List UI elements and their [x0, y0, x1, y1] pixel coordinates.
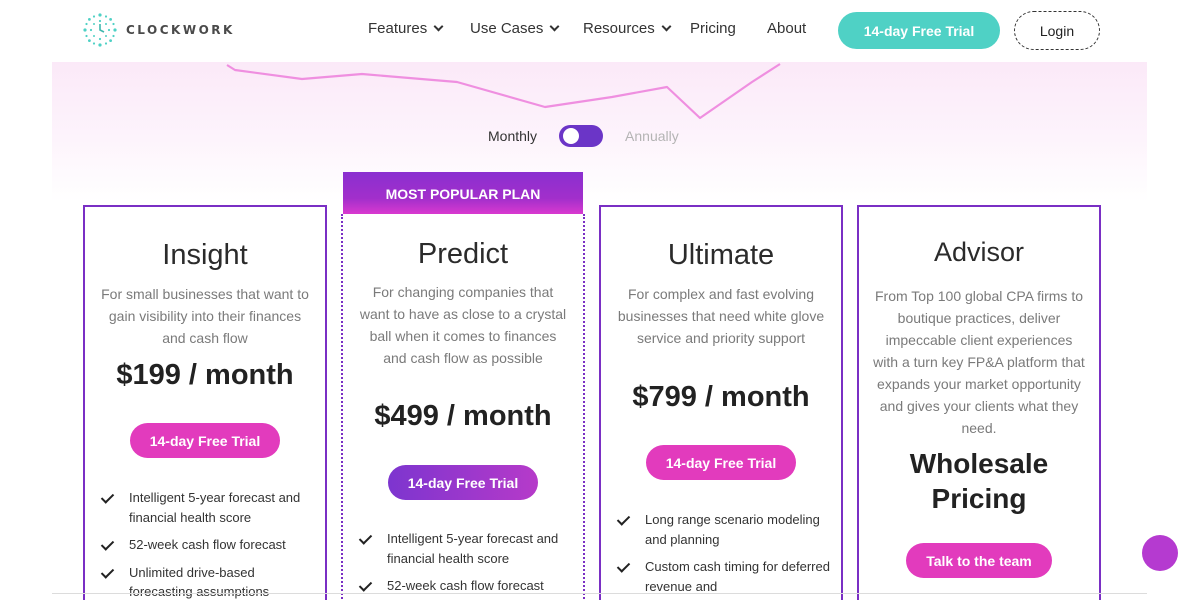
feature-item: Unlimited drive-based forecasting assump…	[99, 563, 319, 600]
plan-feature-list: Intelligent 5-year forecast and financia…	[99, 488, 319, 600]
login-button[interactable]: Login	[1014, 11, 1100, 50]
feature-text: Unlimited drive-based forecasting assump…	[129, 564, 270, 600]
checkmark-icon	[615, 513, 631, 529]
checkmark-icon	[615, 560, 631, 576]
plan-card-predict: Predict For changing companies that want…	[341, 214, 585, 600]
billing-period-switch[interactable]	[559, 125, 604, 147]
plan-title: Insight	[162, 239, 248, 271]
talk-to-team-button[interactable]: Talk to the team	[906, 543, 1052, 578]
plan-card-ultimate: Ultimate For complex and fast evolving b…	[599, 205, 843, 600]
plan-card-insight: Insight For small businesses that want t…	[83, 205, 327, 600]
feature-item: 52-week cash flow forecast	[99, 535, 319, 555]
feature-text: Custom cash timing for deferred revenue …	[645, 559, 830, 594]
nav-about-label: About	[767, 20, 807, 37]
feature-text: Intelligent 5-year forecast and financia…	[387, 531, 559, 566]
nav-features-label: Features	[368, 20, 428, 37]
plan-description: For small businesses that want to gain v…	[101, 286, 309, 346]
feature-item: Intelligent 5-year forecast and financia…	[357, 529, 577, 568]
plan-free-trial-button[interactable]: 14-day Free Trial	[130, 423, 280, 458]
nav-use-cases[interactable]: Use Cases	[470, 20, 560, 37]
plan-description: For changing companies that want to have…	[359, 284, 567, 366]
nav-pricing-label: Pricing	[690, 20, 736, 37]
switch-knob	[563, 128, 580, 144]
checkmark-icon	[99, 491, 115, 507]
chevron-down-icon	[433, 21, 444, 32]
brand-logo[interactable]: CLOCKWORK	[82, 12, 235, 48]
feature-text: Intelligent 5-year forecast and financia…	[129, 490, 301, 525]
chat-widget-icon[interactable]	[1142, 535, 1178, 571]
billing-toggle-row: Monthly Annually	[488, 125, 679, 147]
plan-price: $499 / month	[374, 400, 552, 432]
plan-title: Predict	[417, 238, 509, 270]
checkmark-icon	[99, 566, 115, 582]
plan-free-trial-button[interactable]: 14-day Free Trial	[388, 465, 538, 500]
top-navbar: CLOCKWORK Features Use Cases Resources P…	[0, 0, 1200, 62]
plan-price: $199 / month	[116, 359, 294, 391]
nav-free-trial-button[interactable]: 14-day Free Trial	[838, 12, 1000, 49]
feature-item: Long range scenario modeling and plannin…	[615, 510, 835, 549]
feature-text: Long range scenario modeling and plannin…	[645, 512, 820, 547]
decorative-trend-line	[226, 63, 781, 120]
checkmark-icon	[357, 532, 373, 548]
plan-description: From Top 100 global CPA firms to boutiqu…	[873, 288, 1085, 436]
chevron-down-icon	[549, 21, 560, 32]
divider	[52, 593, 1147, 594]
chevron-down-icon	[661, 21, 672, 32]
plan-price-line-1: Wholesale	[909, 448, 1049, 479]
feature-text: 52-week cash flow forecast	[129, 537, 286, 552]
plan-description: For complex and fast evolving businesses…	[617, 286, 825, 346]
nav-pricing[interactable]: Pricing	[690, 20, 736, 37]
nav-use-cases-label: Use Cases	[470, 20, 544, 37]
plan-price: $799 / month	[632, 381, 810, 413]
plan-price-line-2: Pricing	[931, 483, 1027, 514]
plan-title: Advisor	[933, 237, 1025, 267]
plan-feature-list: Intelligent 5-year forecast and financia…	[357, 529, 577, 600]
nav-resources[interactable]: Resources	[583, 20, 672, 37]
feature-item: Custom cash timing for deferred revenue …	[615, 557, 835, 596]
plan-feature-list: Long range scenario modeling and plannin…	[615, 510, 835, 600]
plan-free-trial-button[interactable]: 14-day Free Trial	[646, 445, 796, 480]
brand-name: CLOCKWORK	[126, 23, 235, 37]
feature-item: Intelligent 5-year forecast and financia…	[99, 488, 319, 527]
billing-annually-label[interactable]: Annually	[625, 128, 679, 144]
checkmark-icon	[99, 538, 115, 554]
nav-about[interactable]: About	[767, 20, 806, 37]
clockwork-logo-icon	[83, 13, 117, 47]
plan-title: Ultimate	[667, 239, 775, 271]
billing-monthly-label[interactable]: Monthly	[488, 128, 537, 144]
nav-features[interactable]: Features	[368, 20, 444, 37]
most-popular-banner: MOST POPULAR PLAN	[343, 172, 583, 216]
nav-resources-label: Resources	[583, 20, 655, 37]
plan-card-advisor: Advisor From Top 100 global CPA firms to…	[857, 205, 1101, 600]
